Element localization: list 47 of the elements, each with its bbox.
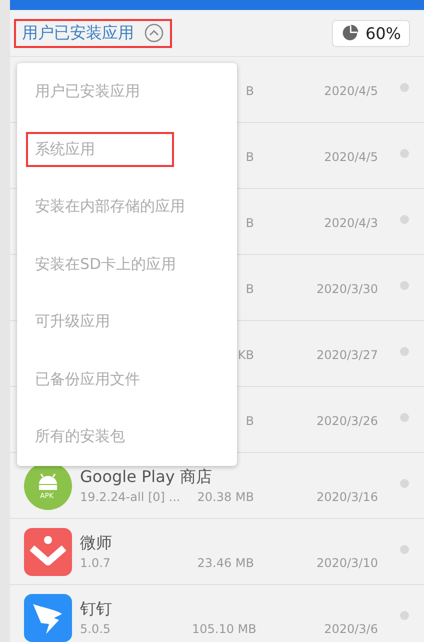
pie-chart-icon [341, 24, 360, 42]
app-version: 5.0.5 [80, 622, 112, 636]
install-date: 2020/3/10 [315, 556, 378, 570]
app-row[interactable]: 钉钉 5.0.5 105.10 MB 2020/3/6 [10, 585, 424, 642]
wing-logo-icon [24, 594, 72, 642]
storage-badge[interactable]: 60% [332, 20, 410, 46]
app-size: KB [236, 348, 254, 362]
status-dot [400, 281, 409, 290]
menu-item[interactable]: 用户已安装应用 [17, 63, 237, 120]
app-name: Google Play 商店 [80, 467, 213, 488]
status-dot [400, 149, 409, 158]
app-size: B [244, 414, 254, 428]
app-size: B [244, 216, 254, 230]
app-name: 微师 [80, 533, 113, 554]
menu-item[interactable]: 安装在SD卡上的应用 [17, 236, 237, 293]
status-dot [400, 413, 409, 422]
chevron-icon [144, 23, 164, 43]
app-size: 20.38 MB [196, 490, 254, 504]
install-date: 2020/3/26 [315, 414, 378, 428]
status-dot [400, 479, 409, 488]
app-version: 1.0.7 [80, 556, 112, 570]
menu-item[interactable]: 安装在内部存储的应用 [17, 178, 237, 236]
install-date: 2020/3/30 [315, 282, 378, 296]
app-size: 105.10 MB [192, 622, 254, 636]
filter-dropdown[interactable]: 用户已安装应用 [14, 18, 172, 48]
app-size: B [244, 150, 254, 164]
install-date: 2020/3/16 [315, 490, 378, 504]
app-name: 钉钉 [80, 599, 113, 620]
app-version: 19.2.24-all [0] ... [80, 490, 182, 504]
install-date: 2020/4/5 [323, 84, 378, 98]
menu-item[interactable]: 系统应用 [17, 120, 237, 178]
install-date: 2020/4/3 [323, 216, 378, 230]
status-dot [400, 83, 409, 92]
v-logo-icon [24, 528, 72, 576]
app-row[interactable]: 微师 1.0.7 23.46 MB 2020/3/10 [10, 519, 424, 585]
install-date: 2020/3/6 [323, 622, 378, 636]
menu-item[interactable]: 可升级应用 [17, 293, 237, 350]
status-dot [400, 611, 409, 620]
app-size: 23.46 MB [196, 556, 254, 570]
status-dot [400, 215, 409, 224]
app-size: B [244, 84, 254, 98]
app-size: B [244, 282, 254, 296]
status-dot [400, 545, 409, 554]
install-date: 2020/3/27 [315, 348, 378, 362]
status-dot [400, 347, 409, 356]
menu-item[interactable]: 已备份应用文件 [17, 350, 237, 408]
install-date: 2020/4/5 [323, 150, 378, 164]
